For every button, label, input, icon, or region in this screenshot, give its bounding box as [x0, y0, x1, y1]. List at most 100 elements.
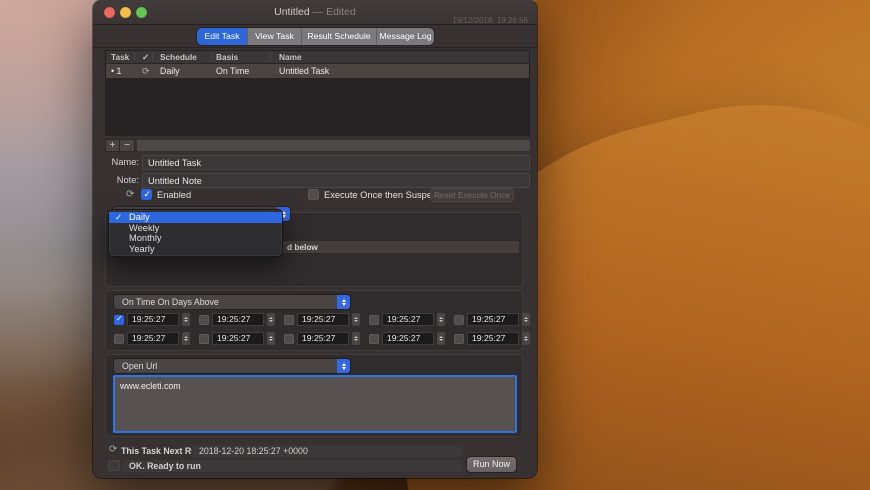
add-task-button[interactable]: +: [105, 139, 120, 152]
time-input[interactable]: 19:25:27: [382, 313, 434, 326]
time-input[interactable]: 19:25:27: [297, 332, 349, 345]
time-stepper[interactable]: [437, 313, 445, 326]
time-enable-checkbox[interactable]: [369, 315, 379, 325]
column-divider: [152, 53, 153, 61]
time-enable-checkbox[interactable]: [454, 334, 464, 344]
menu-item-yearly[interactable]: Yearly: [109, 244, 282, 255]
table-header: Task ✓ Schedule Basis Name: [106, 51, 529, 64]
time-stepper[interactable]: [352, 313, 360, 326]
column-schedule[interactable]: Schedule: [160, 51, 197, 64]
time-input[interactable]: 19:25:27: [297, 313, 349, 326]
name-label: Name:: [93, 157, 139, 167]
time-enable-checkbox[interactable]: [199, 315, 209, 325]
time-stepper[interactable]: [522, 313, 530, 326]
url-textarea[interactable]: www.ecleti.com: [113, 375, 517, 433]
checkmark-icon: ✓: [115, 212, 122, 223]
app-window: Untitled — Edited 19/12/2018, 19:26:56 E…: [93, 0, 537, 478]
action-popup-button[interactable]: Open Url: [114, 359, 350, 373]
time-cell: 19:25:27: [284, 313, 360, 326]
time-stepper[interactable]: [267, 313, 275, 326]
menu-item-daily[interactable]: ✓Daily: [109, 212, 282, 223]
time-input[interactable]: 19:25:27: [127, 332, 179, 345]
time-cell: 19:25:27: [369, 332, 445, 345]
time-cell: 19:25:27: [454, 313, 530, 326]
clock-text: 19/12/2018, 19:26:56: [452, 16, 528, 25]
time-enable-checkbox[interactable]: [284, 334, 294, 344]
time-cell: 19:25:27: [369, 313, 445, 326]
column-divider: [134, 53, 135, 61]
next-run-value: 2018-12-20 18:25:27 +0000: [192, 445, 463, 457]
time-input[interactable]: 19:25:27: [212, 313, 264, 326]
column-enabled-check[interactable]: ✓: [142, 51, 149, 64]
time-stepper[interactable]: [182, 313, 190, 326]
reset-execute-once-button[interactable]: Reset Execute Once: [430, 188, 514, 202]
time-enable-checkbox[interactable]: [369, 334, 379, 344]
execute-once-label: Execute Once then Suspend: [324, 190, 442, 200]
column-task[interactable]: Task: [111, 51, 129, 64]
menu-item-weekly[interactable]: Weekly: [109, 223, 282, 234]
run-now-button[interactable]: Run Now: [467, 457, 516, 472]
time-stepper[interactable]: [267, 332, 275, 345]
column-basis[interactable]: Basis: [216, 51, 238, 64]
tab-view-task[interactable]: View Task: [248, 28, 302, 45]
time-basis-popup-label: On Time On Days Above: [122, 297, 219, 307]
schedule-dropdown-menu: ✓DailyWeeklyMonthlyYearly: [108, 209, 283, 257]
tab-message-log[interactable]: Message Log: [377, 28, 434, 45]
task-name-input[interactable]: [142, 155, 530, 170]
repeat-icon: ⟳: [109, 444, 117, 455]
time-enable-checkbox[interactable]: [284, 315, 294, 325]
name-cell: Untitled Task: [279, 64, 329, 78]
task-number-cell: • 1: [111, 64, 121, 78]
column-divider: [270, 53, 271, 61]
schedule-cell: Daily: [160, 64, 180, 78]
remove-task-button[interactable]: −: [120, 139, 135, 152]
table-row[interactable]: • 1 ⟳ Daily On Time Untitled Task: [106, 64, 529, 78]
repeat-icon: ⟳: [126, 189, 134, 200]
popup-stepper-icon: [337, 295, 350, 309]
time-input[interactable]: 19:25:27: [382, 332, 434, 345]
tab-result-schedule[interactable]: Result Schedule: [302, 28, 377, 45]
execute-once-checkbox[interactable]: [308, 189, 319, 200]
time-input[interactable]: 19:25:27: [467, 313, 519, 326]
add-remove-controls: + −: [105, 139, 135, 152]
basis-cell: On Time: [216, 64, 249, 78]
time-enable-checkbox[interactable]: [199, 334, 209, 344]
divider: [93, 47, 537, 48]
toolbar-filler: [137, 140, 530, 151]
time-cell: 19:25:27: [284, 332, 360, 345]
time-panel: On Time On Days Above 19:25:27 19:25:27 19…: [105, 290, 523, 351]
popup-stepper-icon: [337, 359, 350, 373]
action-popup-label: Open Url: [122, 361, 157, 371]
time-cell: 19:25:27: [114, 332, 190, 345]
edited-indicator: — Edited: [313, 6, 356, 18]
tab-bar: Edit Task View Task Result Schedule Mess…: [197, 28, 434, 45]
enabled-checkbox[interactable]: [141, 189, 152, 200]
time-cell: 19:25:27: [199, 332, 275, 345]
time-cell: 19:25:27: [199, 313, 275, 326]
time-basis-popup-button[interactable]: On Time On Days Above: [114, 295, 350, 309]
repeat-icon: ⟳: [142, 64, 150, 78]
time-input[interactable]: 19:25:27: [467, 332, 519, 345]
time-stepper[interactable]: [437, 332, 445, 345]
menu-item-monthly[interactable]: Monthly: [109, 233, 282, 244]
time-enable-checkbox[interactable]: [114, 334, 124, 344]
time-enable-checkbox[interactable]: [454, 315, 464, 325]
status-text: OK. Ready to run: [122, 460, 463, 472]
task-note-input[interactable]: [142, 173, 530, 188]
note-label: Note:: [93, 175, 139, 185]
task-table: Task ✓ Schedule Basis Name • 1 ⟳ Daily O…: [105, 50, 530, 136]
time-cell: 19:25:27: [454, 332, 530, 345]
status-indicator: [108, 460, 120, 471]
time-stepper[interactable]: [352, 332, 360, 345]
time-input[interactable]: 19:25:27: [127, 313, 179, 326]
column-name[interactable]: Name: [279, 51, 302, 64]
tab-edit-task[interactable]: Edit Task: [197, 28, 248, 45]
time-enable-checkbox[interactable]: [114, 315, 124, 325]
time-stepper[interactable]: [522, 332, 530, 345]
time-stepper[interactable]: [182, 332, 190, 345]
column-divider: [212, 53, 213, 61]
time-input[interactable]: 19:25:27: [212, 332, 264, 345]
time-cell: 19:25:27: [114, 313, 190, 326]
schedule-option-text-fragment: d below: [287, 241, 318, 253]
action-panel: Open Url www.ecleti.com: [105, 354, 523, 437]
